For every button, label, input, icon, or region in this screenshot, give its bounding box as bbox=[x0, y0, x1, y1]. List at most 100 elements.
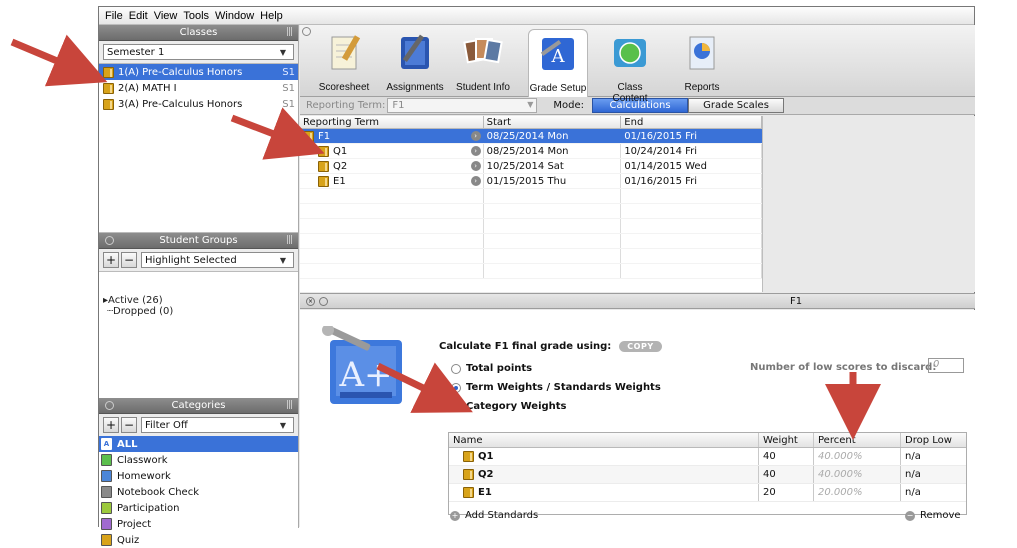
menu-help[interactable]: Help bbox=[260, 10, 283, 22]
menu-file[interactable]: File bbox=[105, 10, 123, 22]
empty-row bbox=[300, 249, 762, 264]
column-header[interactable]: Percent bbox=[814, 433, 901, 447]
end-cell: 01/14/2015 Wed bbox=[621, 159, 762, 173]
tab-class-content[interactable]: Class Content bbox=[600, 29, 660, 104]
add-group-button[interactable]: + bbox=[103, 252, 119, 268]
add-category-button[interactable]: + bbox=[103, 417, 119, 433]
grip-icon[interactable]: ||| bbox=[286, 400, 293, 410]
term-folder-icon bbox=[463, 469, 474, 480]
chevron-down-icon: ▼ bbox=[279, 421, 287, 430]
menu-edit[interactable]: Edit bbox=[129, 10, 148, 22]
category-item[interactable]: Quiz bbox=[99, 532, 298, 548]
tab-scoresheet[interactable]: Scoresheet bbox=[314, 29, 374, 95]
category-item[interactable]: Notebook Check bbox=[99, 484, 298, 500]
all-icon: A bbox=[101, 438, 112, 450]
low-scores-input[interactable]: 0 bbox=[928, 358, 964, 373]
reporting-term-select[interactable]: F1 ▼ bbox=[387, 98, 538, 113]
table-row[interactable]: Q2 › 10/25/2014 Sat 01/14/2015 Wed bbox=[300, 159, 762, 174]
table-header: Reporting Term Start End bbox=[300, 116, 762, 129]
drop-low-cell: n/a bbox=[905, 469, 921, 480]
collapse-icon[interactable] bbox=[105, 236, 114, 245]
term-cell: Q1 › bbox=[300, 144, 484, 158]
class-item[interactable]: 3(A) Pre-Calculus Honors S1 bbox=[99, 96, 298, 112]
column-header[interactable]: End bbox=[621, 116, 762, 128]
semester-select[interactable]: Semester 1 ▼ bbox=[103, 44, 294, 60]
column-header[interactable]: Start bbox=[484, 116, 622, 128]
category-item[interactable]: Project bbox=[99, 516, 298, 532]
detail-title: F1 bbox=[790, 296, 803, 307]
remove-category-button[interactable]: − bbox=[121, 417, 137, 433]
table-row[interactable]: F1 › 08/25/2014 Mon 01/16/2015 Fri bbox=[300, 129, 762, 144]
arrow-circle-icon[interactable]: › bbox=[470, 176, 481, 186]
menu-tools[interactable]: Tools bbox=[183, 10, 209, 22]
category-item[interactable]: A ALL bbox=[99, 436, 298, 452]
tab-grade-setup[interactable]: A Grade Setup bbox=[528, 29, 588, 97]
collapse-icon[interactable] bbox=[319, 297, 328, 306]
term-folder-icon bbox=[318, 160, 329, 172]
table-row[interactable]: Q1 40 40.000% n/a bbox=[449, 448, 966, 466]
column-header[interactable]: Drop Low bbox=[901, 433, 966, 447]
empty-row bbox=[300, 264, 762, 279]
highlight-select[interactable]: Highlight Selected ▼ bbox=[141, 252, 294, 268]
table-row[interactable]: E1 › 01/15/2015 Thu 01/16/2015 Fri bbox=[300, 174, 762, 189]
class-book-icon bbox=[103, 82, 114, 94]
category-item[interactable]: Classwork bbox=[99, 452, 298, 468]
category-item[interactable]: Homework bbox=[99, 468, 298, 484]
percent-cell: 40.000% bbox=[814, 448, 901, 465]
close-icon[interactable]: × bbox=[306, 297, 315, 306]
column-header[interactable]: Name bbox=[449, 433, 759, 447]
copy-button[interactable]: COPY bbox=[619, 341, 662, 352]
remove-button[interactable]: − Remove bbox=[905, 510, 961, 521]
table-row[interactable]: E1 20 20.000% n/a bbox=[449, 484, 966, 502]
term-cell: F1 › bbox=[300, 129, 484, 143]
class-book-icon bbox=[103, 66, 114, 78]
arrow-circle-icon[interactable]: › bbox=[470, 161, 481, 171]
collapse-icon[interactable] bbox=[105, 401, 114, 410]
radio-icon[interactable] bbox=[451, 363, 461, 374]
reporting-terms-table: Reporting Term Start End F1 › 08/25/2014 … bbox=[300, 116, 763, 292]
menu-window[interactable]: Window bbox=[215, 10, 254, 22]
weight-cell[interactable]: 40 bbox=[759, 448, 814, 465]
category-filter-select[interactable]: Filter Off ▼ bbox=[141, 417, 294, 433]
grip-icon[interactable]: ||| bbox=[286, 27, 293, 37]
tab-reports[interactable]: Reports bbox=[672, 29, 732, 95]
category-item[interactable]: Participation bbox=[99, 500, 298, 516]
grade-setup-large-icon: A+ bbox=[322, 326, 402, 404]
category-name: Quiz bbox=[117, 534, 140, 546]
column-header[interactable]: Weight bbox=[759, 433, 814, 447]
table-row[interactable]: Q2 40 40.000% n/a bbox=[449, 466, 966, 484]
grip-icon[interactable]: ||| bbox=[286, 235, 293, 245]
tab-assignments[interactable]: Assignments bbox=[385, 29, 445, 95]
student-groups-tree: ▸Active (26) ┈Dropped (0) bbox=[99, 271, 298, 398]
calc-text: Calculate F1 final grade using: bbox=[439, 341, 612, 352]
grade-setup-icon: A bbox=[540, 38, 574, 70]
mode-grade-scales-button[interactable]: Grade Scales bbox=[688, 98, 785, 113]
option-total-points[interactable]: Total points bbox=[451, 363, 532, 374]
arrow-circle-icon[interactable]: › bbox=[470, 131, 481, 141]
weight-cell[interactable]: 40 bbox=[759, 466, 814, 483]
collapse-icon[interactable] bbox=[302, 27, 311, 36]
category-name: Notebook Check bbox=[117, 486, 199, 498]
add-standards-button[interactable]: + Add Standards bbox=[450, 510, 538, 521]
remove-group-button[interactable]: − bbox=[121, 252, 137, 268]
category-name: ALL bbox=[117, 438, 138, 450]
tab-student-info[interactable]: Student Info bbox=[453, 29, 513, 95]
menu-view[interactable]: View bbox=[154, 10, 178, 22]
radio-icon[interactable] bbox=[451, 401, 461, 412]
table-row[interactable]: Q1 › 08/25/2014 Mon 10/24/2014 Fri bbox=[300, 144, 762, 159]
option-category-weights[interactable]: Category Weights bbox=[451, 401, 567, 412]
weight-cell[interactable]: 20 bbox=[759, 484, 814, 501]
option-term-weights[interactable]: Term Weights / Standards Weights bbox=[451, 382, 661, 393]
category-name: Homework bbox=[117, 470, 171, 482]
tree-item-active[interactable]: ▸Active (26) bbox=[103, 295, 294, 306]
detail-header: × F1 bbox=[300, 293, 975, 309]
percent-cell: 40.000% bbox=[814, 466, 901, 483]
tree-item-dropped[interactable]: ┈Dropped (0) bbox=[103, 306, 294, 317]
radio-selected-icon[interactable] bbox=[451, 382, 461, 393]
column-header[interactable]: Reporting Term bbox=[300, 116, 484, 128]
class-item[interactable]: 2(A) MATH I S1 bbox=[99, 80, 298, 96]
class-item[interactable]: 1(A) Pre-Calculus Honors S1 bbox=[99, 64, 298, 80]
plus-icon: + bbox=[450, 510, 460, 521]
highlight-value: Highlight Selected bbox=[145, 254, 237, 266]
arrow-circle-icon[interactable]: › bbox=[470, 146, 481, 156]
